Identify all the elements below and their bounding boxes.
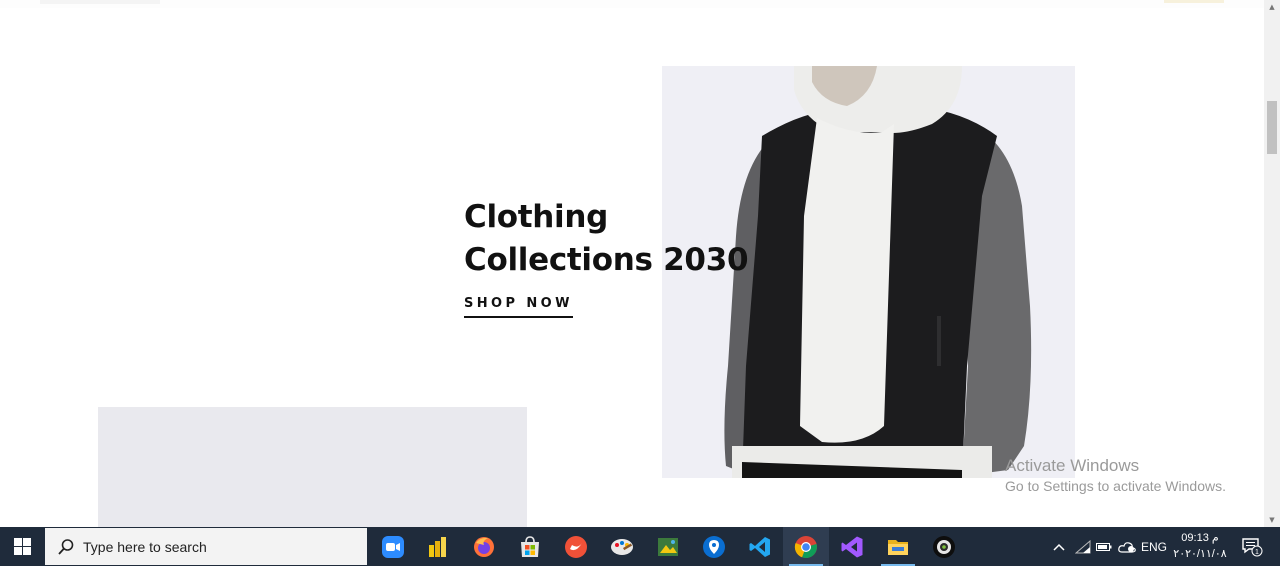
- show-hidden-icons-chevron-icon[interactable]: [1048, 527, 1070, 566]
- camera-app-icon[interactable]: [921, 527, 967, 566]
- action-center-notifications-icon[interactable]: 1: [1236, 527, 1268, 566]
- network-wifi-icon[interactable]: [1072, 527, 1094, 566]
- swift-playgrounds-icon[interactable]: [553, 527, 599, 566]
- photos-icon[interactable]: [645, 527, 691, 566]
- hero-title-line-1: Clothing: [464, 199, 609, 235]
- header-edge: [0, 0, 1264, 8]
- chrome-icon[interactable]: [783, 527, 829, 566]
- page-scrollbar[interactable]: ▲ ▼: [1264, 0, 1280, 527]
- windows-start-icon[interactable]: [0, 527, 45, 566]
- hero-title: Clothing Collections 2030: [464, 196, 784, 282]
- watermark-subtitle: Go to Settings to activate Windows.: [1005, 478, 1226, 494]
- zoom-icon[interactable]: [370, 527, 416, 566]
- visual-studio-icon[interactable]: [829, 527, 875, 566]
- watermark-title: Activate Windows: [1005, 456, 1140, 475]
- windows-taskbar: Type here to search ENG 09:13 م ٢٠٢٠/١١/…: [0, 527, 1280, 566]
- clock-date: ٢٠٢٠/١١/٠٨: [1173, 548, 1227, 560]
- hero-title-line-2: Collections 2030: [464, 242, 749, 278]
- file-explorer-icon[interactable]: [875, 527, 921, 566]
- svg-text:1: 1: [1255, 549, 1259, 556]
- onedrive-sync-icon[interactable]: [1116, 527, 1138, 566]
- search-placeholder: Type here to search: [83, 538, 207, 555]
- scroll-down-arrow-icon[interactable]: ▼: [1264, 513, 1280, 527]
- battery-icon[interactable]: [1094, 527, 1114, 566]
- taskbar-clock[interactable]: 09:13 م ٢٠٢٠/١١/٠٨: [1170, 530, 1230, 562]
- maps-icon[interactable]: [691, 527, 737, 566]
- vscode-icon[interactable]: [737, 527, 783, 566]
- store-icon[interactable]: [507, 527, 553, 566]
- taskbar-search-box[interactable]: Type here to search: [45, 528, 367, 565]
- language-indicator[interactable]: ENG: [1140, 527, 1168, 566]
- clock-time: 09:13 م: [1181, 532, 1219, 544]
- web-page: Clothing Collections 2030 SHOP NOW Activ…: [0, 0, 1264, 527]
- paint-icon[interactable]: [599, 527, 645, 566]
- search-icon: [58, 538, 74, 555]
- activate-windows-watermark: Activate Windows Go to Settings to activ…: [1005, 455, 1226, 495]
- scroll-up-arrow-icon[interactable]: ▲: [1264, 0, 1280, 14]
- secondary-banner-image: [98, 407, 527, 527]
- shop-now-link[interactable]: SHOP NOW: [464, 296, 573, 318]
- power-bi-icon[interactable]: [415, 527, 461, 566]
- scrollbar-thumb[interactable]: [1267, 101, 1277, 154]
- firefox-icon[interactable]: [461, 527, 507, 566]
